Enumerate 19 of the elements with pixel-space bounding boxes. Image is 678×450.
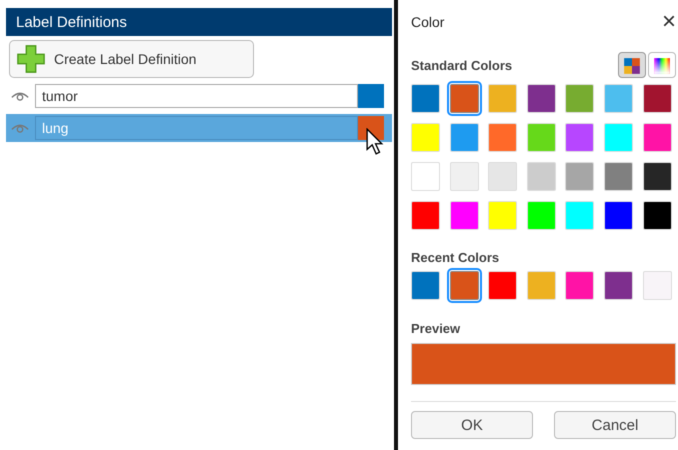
dialog-title: Color xyxy=(411,14,444,30)
swatch-grid-icon[interactable] xyxy=(618,52,646,78)
label-color-swatch[interactable] xyxy=(358,84,384,108)
cancel-button[interactable]: Cancel xyxy=(554,411,676,439)
panel-title: Label Definitions xyxy=(16,14,127,30)
label-row[interactable]: tumor xyxy=(6,82,392,110)
section-label: Recent Colors xyxy=(411,250,500,265)
plus-icon xyxy=(16,44,46,74)
color-swatch[interactable] xyxy=(450,84,479,113)
color-swatch[interactable] xyxy=(450,271,479,300)
ok-button[interactable]: OK xyxy=(411,411,533,439)
label-name-field[interactable]: tumor xyxy=(35,84,358,108)
close-button[interactable]: × xyxy=(662,10,676,34)
create-label-button[interactable]: Create Label Definition xyxy=(9,40,254,78)
mouse-pointer-icon xyxy=(366,128,384,155)
spectrum-icon[interactable] xyxy=(648,52,676,78)
eye-icon[interactable] xyxy=(11,90,29,102)
section-label: Standard Colors xyxy=(411,58,512,72)
section-label: Preview xyxy=(411,321,462,336)
